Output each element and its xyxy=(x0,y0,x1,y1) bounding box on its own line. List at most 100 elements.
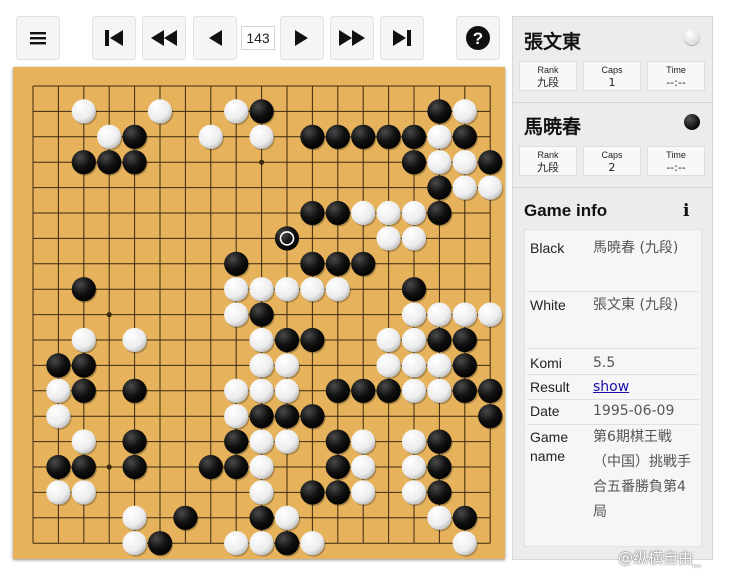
skip-to-end-icon xyxy=(393,30,411,46)
black-stone xyxy=(452,124,477,149)
white-stone xyxy=(401,353,427,378)
white-stone xyxy=(376,353,401,378)
black-stone xyxy=(249,505,274,530)
first-move-button[interactable] xyxy=(92,16,136,60)
black-stone xyxy=(71,150,96,175)
white-stone xyxy=(249,480,274,505)
white-stone xyxy=(224,99,249,124)
star-point xyxy=(106,464,112,470)
black-stone xyxy=(224,429,249,454)
go-board[interactable] xyxy=(13,67,505,559)
black-stone xyxy=(427,480,452,505)
watermark: @纵横自由_ xyxy=(618,549,701,567)
white-stone xyxy=(224,531,249,556)
white-stone xyxy=(147,99,173,124)
back-button[interactable] xyxy=(193,16,237,60)
black-stone xyxy=(325,200,350,226)
white-stone xyxy=(351,429,376,454)
white-stone xyxy=(452,175,477,200)
svg-text:?: ? xyxy=(473,29,483,48)
black-stone xyxy=(274,404,300,429)
black-stone xyxy=(401,150,427,175)
black-stone xyxy=(173,505,198,530)
black-stone xyxy=(452,378,477,403)
move-number[interactable]: 143 xyxy=(241,26,275,50)
black-stone xyxy=(325,480,350,505)
black-stone xyxy=(46,353,71,378)
black-stone xyxy=(122,150,147,175)
white-stone xyxy=(249,277,274,302)
white-stone xyxy=(401,226,427,251)
forward-ten-button[interactable] xyxy=(330,16,374,60)
black-stone xyxy=(46,454,71,480)
white-stone xyxy=(249,353,274,378)
game-info-table: Black 馬暁春 (九段) White 張文東 (九段) Komi 5.5 R… xyxy=(524,229,702,547)
white-stone xyxy=(198,124,223,149)
white-stone-icon xyxy=(684,29,700,45)
white-stone xyxy=(122,505,147,530)
skip-to-start-icon xyxy=(105,30,123,46)
white-stone xyxy=(249,531,274,556)
white-stone xyxy=(351,200,376,226)
help-circle-icon: ? xyxy=(466,26,490,50)
white-stone xyxy=(122,327,147,353)
white-stone xyxy=(274,505,300,530)
white-stone xyxy=(274,277,300,302)
black-stone xyxy=(122,454,147,480)
star-point xyxy=(106,312,112,318)
back-ten-button[interactable] xyxy=(142,16,186,60)
black-time: Time --:-- xyxy=(647,146,705,176)
black-stone xyxy=(198,454,223,480)
black-stone xyxy=(300,327,325,353)
black-stone xyxy=(401,277,427,302)
white-stone xyxy=(401,327,427,353)
white-stone xyxy=(46,378,71,403)
black-stone xyxy=(122,378,147,403)
white-stone xyxy=(401,429,427,454)
black-stone xyxy=(351,378,376,403)
white-stone xyxy=(274,429,300,454)
white-stone xyxy=(427,150,452,175)
black-stone xyxy=(249,302,274,327)
help-button[interactable]: ? xyxy=(456,16,500,60)
black-stone xyxy=(325,454,350,480)
black-stone xyxy=(71,454,96,480)
black-stone xyxy=(427,327,452,353)
white-stone xyxy=(274,378,300,403)
white-stone xyxy=(427,124,452,149)
white-stone xyxy=(97,124,122,149)
board-grid[interactable] xyxy=(13,67,505,559)
forward-button[interactable] xyxy=(280,16,324,60)
black-stone xyxy=(478,378,503,403)
menu-button[interactable] xyxy=(16,16,60,60)
white-stone xyxy=(300,277,325,302)
black-stone xyxy=(478,404,503,429)
black-stone xyxy=(325,251,350,276)
game-info-title: Game info xyxy=(524,201,608,220)
white-stone xyxy=(376,226,401,251)
show-result-link[interactable]: show xyxy=(593,379,629,395)
info-icon[interactable]: i xyxy=(683,201,689,221)
black-stone xyxy=(71,277,96,302)
black-stone xyxy=(274,531,300,556)
white-stone xyxy=(452,302,477,327)
black-stone xyxy=(376,378,401,403)
divider xyxy=(513,187,712,188)
star-point xyxy=(259,159,265,165)
white-stone xyxy=(71,99,96,124)
white-stone xyxy=(249,429,274,454)
black-stone xyxy=(300,251,325,276)
black-stone xyxy=(325,429,350,454)
white-stone xyxy=(427,505,452,530)
black-stone xyxy=(452,353,477,378)
black-stone xyxy=(249,99,274,124)
black-stone xyxy=(325,378,350,403)
white-stone xyxy=(325,277,350,302)
white-stone xyxy=(351,454,376,480)
white-stone xyxy=(452,99,477,124)
black-stone xyxy=(452,327,477,353)
black-rank: Rank 九段 xyxy=(519,146,577,176)
black-stone xyxy=(147,531,173,556)
black-stone xyxy=(427,200,452,226)
last-move-button[interactable] xyxy=(380,16,424,60)
